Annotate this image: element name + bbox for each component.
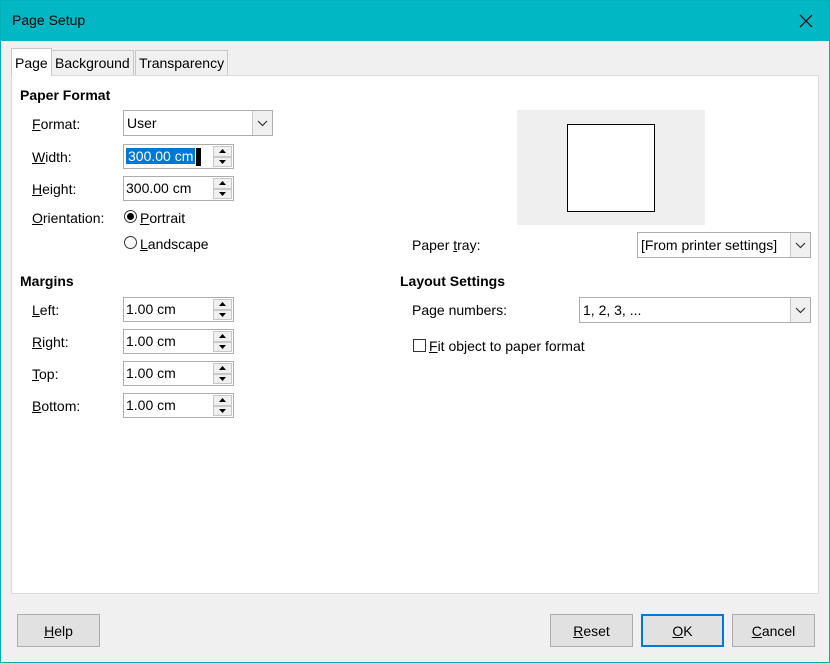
page-tab-panel: Paper Format Format: User Width: 300.00 … — [11, 75, 819, 594]
paper-tray-label: Paper tray: — [412, 237, 481, 253]
width-increment-button[interactable] — [213, 146, 232, 157]
chevron-down-icon[interactable] — [252, 111, 272, 135]
tab-page-label: Page — [15, 55, 48, 71]
right-margin-decrement-button[interactable] — [213, 341, 232, 352]
left-margin-value[interactable]: 1.00 cm — [126, 301, 176, 317]
top-margin-spinbox[interactable]: 1.00 cm — [123, 361, 234, 386]
format-value: User — [127, 115, 157, 131]
top-margin-increment-button[interactable] — [213, 363, 232, 374]
spin-up-icon — [219, 334, 226, 339]
tab-background-label: Background — [55, 55, 130, 71]
height-spinbox[interactable]: 300.00 cm — [123, 176, 234, 201]
fit-object-checkbox[interactable] — [413, 339, 426, 352]
format-label: Format: — [32, 116, 81, 132]
page-preview-sheet — [567, 124, 655, 212]
title-bar: Page Setup — [1, 1, 829, 41]
page-preview — [517, 110, 705, 225]
margins-heading: Margins — [20, 273, 74, 289]
format-select[interactable]: User — [123, 110, 273, 136]
paper-tray-select[interactable]: [From printer settings] — [637, 232, 811, 258]
spin-down-icon — [219, 376, 226, 381]
bottom-margin-value[interactable]: 1.00 cm — [126, 397, 176, 413]
portrait-radio[interactable] — [124, 210, 137, 223]
width-value[interactable]: 300.00 cm — [126, 148, 196, 164]
bottom-margin-increment-button[interactable] — [213, 395, 232, 406]
paper-tray-value: [From printer settings] — [641, 237, 778, 253]
spin-down-icon — [219, 312, 226, 317]
width-decrement-button[interactable] — [213, 156, 232, 167]
tab-page[interactable]: Page — [11, 48, 52, 76]
spin-up-icon — [219, 366, 226, 371]
chevron-down-icon[interactable] — [790, 233, 810, 257]
landscape-radio[interactable] — [124, 236, 137, 249]
bottom-margin-spinbox[interactable]: 1.00 cm — [123, 393, 234, 418]
right-margin-spinbox[interactable]: 1.00 cm — [123, 329, 234, 354]
spin-down-icon — [219, 159, 226, 164]
tab-background[interactable]: Background — [51, 50, 134, 75]
height-value[interactable]: 300.00 cm — [126, 180, 191, 196]
top-margin-label: Top: — [32, 366, 59, 382]
spin-up-icon — [219, 398, 226, 403]
width-spinbox[interactable]: 300.00 cm — [123, 144, 234, 169]
top-margin-value[interactable]: 1.00 cm — [126, 365, 176, 381]
portrait-label[interactable]: Portrait — [140, 210, 185, 226]
right-margin-label: Right: — [32, 334, 69, 350]
chevron-down-icon[interactable] — [790, 298, 810, 322]
close-button[interactable] — [783, 1, 829, 41]
height-increment-button[interactable] — [213, 178, 232, 189]
right-margin-increment-button[interactable] — [213, 331, 232, 342]
width-label: Width: — [32, 149, 72, 165]
cancel-button[interactable]: Cancel — [732, 614, 815, 647]
layout-settings-heading: Layout Settings — [400, 273, 506, 289]
left-margin-label: Left: — [32, 302, 60, 318]
spin-down-icon — [219, 191, 226, 196]
ok-button[interactable]: OK — [641, 614, 724, 647]
page-numbers-label: Page numbers: — [412, 302, 507, 318]
spin-up-icon — [219, 181, 226, 186]
landscape-label[interactable]: Landscape — [140, 236, 209, 252]
spin-up-icon — [219, 302, 226, 307]
reset-button[interactable]: Reset — [550, 614, 633, 647]
help-button[interactable]: Help — [17, 614, 100, 647]
orientation-label: Orientation: — [32, 210, 105, 226]
bottom-margin-label: Bottom: — [32, 398, 81, 414]
height-label: Height: — [32, 181, 77, 197]
page-numbers-value: 1, 2, 3, ... — [583, 302, 642, 318]
close-icon — [799, 14, 813, 28]
left-margin-increment-button[interactable] — [213, 299, 232, 310]
fit-object-label[interactable]: Fit object to paper format — [429, 338, 585, 354]
spin-down-icon — [219, 344, 226, 349]
left-margin-spinbox[interactable]: 1.00 cm — [123, 297, 234, 322]
paper-format-heading: Paper Format — [20, 87, 111, 103]
right-margin-value[interactable]: 1.00 cm — [126, 333, 176, 349]
spin-down-icon — [219, 408, 226, 413]
tab-transparency-label: Transparency — [139, 55, 225, 71]
left-margin-decrement-button[interactable] — [213, 309, 232, 320]
text-caret — [196, 148, 201, 166]
height-decrement-button[interactable] — [213, 188, 232, 199]
page-numbers-select[interactable]: 1, 2, 3, ... — [579, 297, 811, 323]
spin-up-icon — [219, 149, 226, 154]
window-title: Page Setup — [12, 12, 86, 28]
bottom-margin-decrement-button[interactable] — [213, 405, 232, 416]
page-setup-dialog: Page Setup Page Background Transparency … — [0, 0, 830, 663]
tab-transparency[interactable]: Transparency — [135, 50, 229, 75]
top-margin-decrement-button[interactable] — [213, 373, 232, 384]
